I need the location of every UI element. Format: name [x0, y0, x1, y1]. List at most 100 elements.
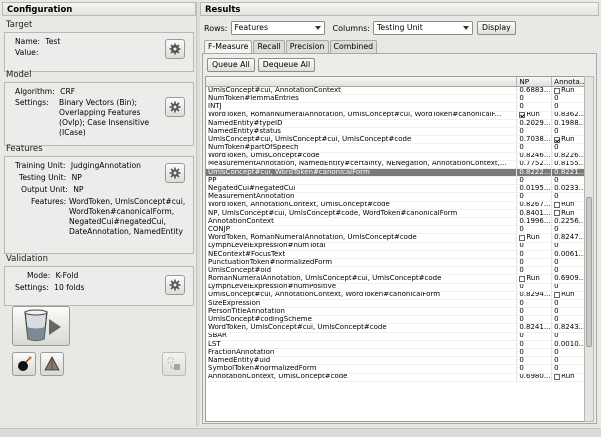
- annotation-cell-text: 0: [554, 242, 559, 250]
- tab-combined[interactable]: Combined: [329, 40, 378, 53]
- table-row[interactable]: PersonTitleAnnotation 0 0: [206, 308, 585, 317]
- run-checkbox[interactable]: [554, 210, 561, 217]
- table-row[interactable]: LymphLevelExpression#numTotal 0 0: [206, 242, 585, 251]
- features-key: Features:: [31, 197, 67, 206]
- table-row[interactable]: PP 0 0: [206, 177, 585, 186]
- features-settings-button[interactable]: [165, 163, 185, 183]
- annotation-cell-text: 0.8226...: [554, 152, 585, 160]
- run-checkbox[interactable]: [519, 112, 526, 119]
- table-row[interactable]: FractionAnnotation 0 0: [206, 349, 585, 358]
- tab-f-measure[interactable]: F-Measure: [204, 40, 253, 53]
- table-row[interactable]: MeasurementAnnotation 0 0: [206, 193, 585, 202]
- feature-cell: UmlsConcept#cui, AnnotationContext: [206, 87, 518, 95]
- model-settings-button[interactable]: [165, 97, 185, 117]
- scroll-thumb[interactable]: [586, 197, 592, 347]
- np-cell: 0: [517, 283, 553, 291]
- table-row[interactable]: WordToken, RomanNumeralAnnotation, UmlsC…: [206, 111, 585, 120]
- feature-cell: PP: [206, 177, 518, 185]
- run-checkbox[interactable]: [554, 374, 561, 381]
- table-row[interactable]: NumToken#partOfSpeech 0 0: [206, 144, 585, 153]
- run-experiment-button[interactable]: [12, 306, 70, 346]
- validation-settings-button[interactable]: [165, 275, 185, 295]
- feature-cell: UmlsConcept#cui, AnnotationContext, Word…: [206, 291, 518, 299]
- gear-icon: [169, 167, 181, 179]
- table-row[interactable]: SBAR 0 0: [206, 332, 585, 341]
- table-row[interactable]: NegatedCui#negatedCui 0.0195... 0.0233...: [206, 185, 585, 194]
- table-row[interactable]: INTJ 0 0: [206, 103, 585, 112]
- chevron-down-icon: [314, 26, 321, 30]
- table-row[interactable]: UmlsConcept#codingScheme 0 0: [206, 316, 585, 325]
- table-row[interactable]: UmlsConcept#cui, WordToken#canonicalForm…: [206, 168, 585, 178]
- column-header-np[interactable]: NP: [517, 77, 553, 86]
- vertical-scrollbar[interactable]: [584, 76, 594, 422]
- table-row[interactable]: LymphLevelExpression#numPositive 0 0: [206, 283, 585, 292]
- table-row[interactable]: UmlsConcept#cui, UmlsConcept#cui, UmlsCo…: [206, 136, 585, 145]
- columns-select[interactable]: Testing Unit: [373, 21, 473, 35]
- dequeue-all-button[interactable]: Dequeue All: [257, 58, 316, 72]
- annotation-cell: 0: [552, 316, 585, 324]
- np-cell: 0: [517, 242, 553, 250]
- run-checkbox[interactable]: [554, 292, 561, 299]
- bomb-button[interactable]: [12, 352, 36, 376]
- np-cell: 0: [517, 340, 553, 348]
- feature-cell: NamedEntity#status: [206, 127, 518, 136]
- table-row[interactable]: MeasurementAnnotation, NamedEntity#certa…: [206, 160, 585, 169]
- dequeue-button[interactable]: [162, 352, 186, 376]
- features-line: WordToken, UmlsConcept#cui,: [69, 197, 186, 206]
- table-row[interactable]: RomanNumeralAnnotation, UmlsConcept#cui,…: [206, 275, 585, 284]
- table-row[interactable]: LST 0 0.0010...: [206, 340, 585, 349]
- np-cell-text: 0: [519, 365, 524, 373]
- table-row[interactable]: WordToken, RomanNumeralAnnotation, UmlsC…: [206, 234, 585, 243]
- table-row[interactable]: UmlsConcept#cui, AnnotationContext 0.6883…: [206, 87, 585, 96]
- annotation-cell: 0: [552, 127, 585, 136]
- pyramid-icon: [44, 356, 60, 371]
- display-button[interactable]: Display: [477, 21, 516, 35]
- table-row[interactable]: NamedEntity#typeID 0.2029... 0.1988...: [206, 119, 585, 128]
- table-row[interactable]: AnnotationContext 0.1996... 0.2256...: [206, 218, 585, 227]
- feature-cell: PunctuationToken#normalizedForm: [206, 258, 518, 267]
- feature-cell: NumToken#lemmaEntries: [206, 95, 518, 103]
- table-row[interactable]: UmlsConcept#cui, AnnotationContext, Word…: [206, 291, 585, 300]
- annotation-cell-text: 0: [554, 267, 559, 274]
- f-measure-panel: Queue All Dequeue All NP Annota... UmlsC…: [202, 53, 597, 424]
- chevron-down-icon: [463, 26, 469, 30]
- model-settings-key: Settings:: [15, 98, 49, 107]
- table-row[interactable]: UmlsConcept#oid 0 0: [206, 267, 585, 276]
- feature-cell: WordToken, AnnotationContext, UmlsConcep…: [206, 201, 518, 209]
- results-pane: Results Rows: Features Columns: Testing …: [200, 2, 599, 426]
- annotation-cell-text: 0.8243...: [554, 324, 585, 332]
- target-settings-button[interactable]: [165, 39, 185, 59]
- table-row[interactable]: WordToken, UmlsConcept#cui, UmlsConcept#…: [206, 324, 585, 333]
- table-row[interactable]: CONJP 0 0: [206, 226, 585, 235]
- run-checkbox[interactable]: [519, 275, 526, 282]
- feature-cell: AnnotationContext, UmlsConcept#code: [206, 373, 518, 381]
- rows-label: Rows:: [204, 23, 228, 33]
- table-row[interactable]: PunctuationToken#normalizedForm 0 0: [206, 258, 585, 268]
- run-checkbox[interactable]: [519, 234, 526, 241]
- column-header-annotation[interactable]: Annota...: [552, 77, 585, 86]
- annotation-cell-text: 0: [554, 283, 559, 291]
- np-cell: 0.8246...: [517, 152, 553, 160]
- table-row[interactable]: SizeExpression 0 0: [206, 299, 585, 309]
- pyramid-button[interactable]: [40, 352, 64, 376]
- run-checkbox[interactable]: [554, 136, 561, 143]
- table-row[interactable]: WordToken, AnnotationContext, UmlsConcep…: [206, 201, 585, 210]
- tab-recall[interactable]: Recall: [253, 40, 285, 53]
- column-header-feature[interactable]: [206, 77, 518, 86]
- table-row[interactable]: NamedEntity#status 0 0: [206, 127, 585, 137]
- annotation-cell-text: 0: [554, 316, 559, 324]
- table-row[interactable]: NEContext#FocusText 0 0.0061...: [206, 250, 585, 259]
- queue-all-button[interactable]: Queue All: [207, 58, 255, 72]
- tab-precision[interactable]: Precision: [285, 40, 329, 53]
- table-row[interactable]: WordToken, UmlsConcept#code 0.8246... 0.82…: [206, 152, 585, 161]
- table-row[interactable]: AnnotationContext, UmlsConcept#code 0.698…: [206, 373, 585, 382]
- rows-select[interactable]: Features: [230, 21, 325, 35]
- feature-cell: SymbolToken#normalizedForm: [206, 365, 518, 373]
- table-row[interactable]: NP, UmlsConcept#cui, UmlsConcept#code, W…: [206, 209, 585, 218]
- table-row[interactable]: NamedEntity#uid 0 0: [206, 357, 585, 366]
- table-row[interactable]: NumToken#lemmaEntries 0 0: [206, 95, 585, 104]
- annotation-cell-text: 0: [554, 144, 559, 152]
- run-checkbox[interactable]: [554, 202, 561, 209]
- run-checkbox[interactable]: [554, 87, 561, 94]
- table-row[interactable]: SymbolToken#normalizedForm 0 0: [206, 365, 585, 374]
